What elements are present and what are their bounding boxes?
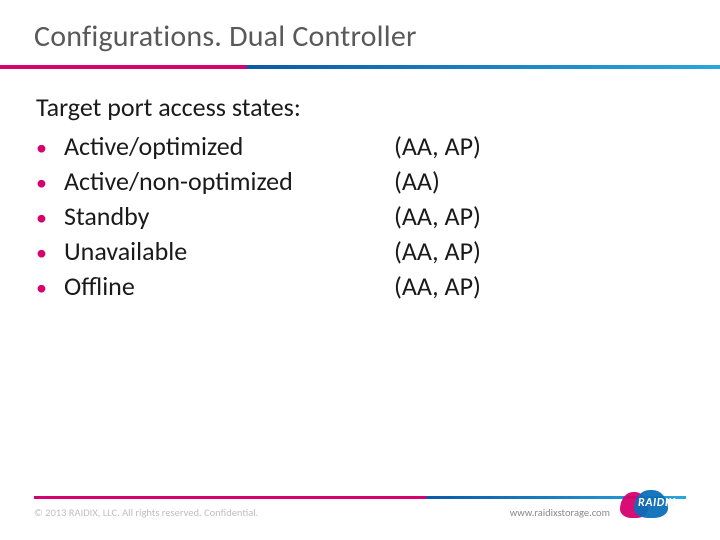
bullet-icon: •: [36, 203, 64, 233]
state-modes: (AA, AP): [394, 234, 481, 269]
list-item: • Active/non-optimized (AA): [36, 164, 684, 199]
page-title: Configurations. Dual Controller: [34, 18, 686, 55]
intro-text: Target port access states:: [36, 91, 684, 123]
state-name: Active/non-optimized: [64, 164, 394, 199]
list-item: • Offline (AA, AP): [36, 269, 684, 304]
bullet-icon: •: [36, 273, 64, 303]
list-item: • Standby (AA, AP): [36, 199, 684, 234]
footer-url: www.raidixstorage.com: [510, 506, 610, 519]
state-modes: (AA, AP): [394, 129, 481, 164]
state-modes: (AA, AP): [394, 199, 481, 234]
footer-divider: [34, 496, 686, 499]
state-modes: (AA): [394, 164, 440, 199]
list-item: • Unavailable (AA, AP): [36, 234, 684, 269]
state-name: Unavailable: [64, 234, 394, 269]
slide: Configurations. Dual Controller Target p…: [0, 0, 720, 540]
state-name: Active/optimized: [64, 129, 394, 164]
bullet-icon: •: [36, 238, 64, 268]
brand-logo: RAIDIX: [620, 490, 698, 520]
bullet-icon: •: [36, 168, 64, 198]
state-name: Standby: [64, 199, 394, 234]
content-body: Target port access states: • Active/opti…: [0, 69, 720, 304]
logo-text: RAIDIX: [638, 496, 676, 510]
title-area: Configurations. Dual Controller: [0, 0, 720, 69]
copyright-text: © 2013 RAIDIX, LLC. All rights reserved.…: [34, 506, 258, 519]
title-divider: [34, 65, 686, 69]
state-modes: (AA, AP): [394, 269, 481, 304]
list-item: • Active/optimized (AA, AP): [36, 129, 684, 164]
footer: © 2013 RAIDIX, LLC. All rights reserved.…: [0, 496, 720, 530]
state-name: Offline: [64, 269, 394, 304]
bullet-icon: •: [36, 133, 64, 163]
